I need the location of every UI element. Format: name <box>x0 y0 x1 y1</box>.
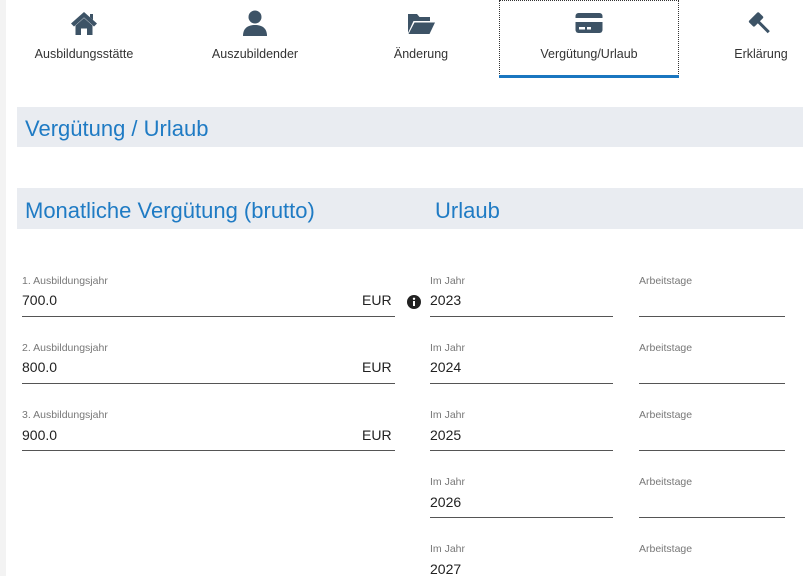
input-underline <box>639 383 785 384</box>
year-input-1[interactable]: 2023 <box>430 292 461 308</box>
currency-unit: EUR <box>362 292 392 308</box>
verguetung-title: Monatliche Vergütung (brutto) <box>25 198 315 223</box>
verguetung-input-3[interactable]: 900.0 <box>22 427 57 443</box>
year-label: Im Jahr <box>430 409 466 421</box>
year-label: Im Jahr <box>430 275 466 287</box>
tab-verguetung-urlaub[interactable]: Vergütung/Urlaub <box>499 0 679 78</box>
home-icon <box>69 8 99 38</box>
currency-unit: EUR <box>362 359 392 375</box>
field-label: 1. Ausbildungsjahr <box>22 275 108 287</box>
input-underline <box>22 316 395 317</box>
tab-label: Änderung <box>393 47 449 61</box>
tab-erklaerung[interactable]: Erklärung <box>718 0 803 78</box>
tab-label: Vergütung/Urlaub <box>540 47 638 61</box>
days-label: Arbeitstage <box>639 409 693 421</box>
input-underline <box>639 517 785 518</box>
folder-open-icon <box>406 8 436 38</box>
tab-label: Ausbildungsstätte <box>34 47 134 61</box>
input-underline <box>430 517 613 518</box>
input-underline <box>639 316 785 317</box>
verguetung-input-1[interactable]: 700.0 <box>22 292 57 308</box>
days-label: Arbeitstage <box>639 543 693 555</box>
year-input-4[interactable]: 2026 <box>430 494 461 510</box>
user-icon <box>240 8 270 38</box>
input-underline <box>430 450 613 451</box>
tab-ausbildungsstaette[interactable]: Ausbildungsstätte <box>6 0 162 78</box>
form-page: Ausbildungsstätte Auszubildender Änderun… <box>6 0 803 576</box>
year-label: Im Jahr <box>430 342 466 354</box>
year-input-2[interactable]: 2024 <box>430 359 461 375</box>
active-tab-indicator <box>499 75 679 78</box>
column-header-bar: Monatliche Vergütung (brutto) Urlaub <box>17 188 803 229</box>
verguetung-input-2[interactable]: 800.0 <box>22 359 57 375</box>
days-label: Arbeitstage <box>639 476 693 488</box>
input-underline <box>22 450 395 451</box>
tab-bar: Ausbildungsstätte Auszubildender Änderun… <box>6 0 803 78</box>
input-underline <box>430 316 613 317</box>
section-title: Vergütung / Urlaub <box>25 116 209 141</box>
tab-auszubildender[interactable]: Auszubildender <box>187 0 323 78</box>
input-underline <box>639 450 785 451</box>
field-label: 2. Ausbildungsjahr <box>22 342 108 354</box>
urlaub-title: Urlaub <box>435 198 500 223</box>
input-underline <box>430 383 613 384</box>
tab-aenderung[interactable]: Änderung <box>361 0 481 78</box>
year-label: Im Jahr <box>430 476 466 488</box>
input-underline <box>22 383 395 384</box>
info-icon[interactable] <box>407 295 421 309</box>
days-label: Arbeitstage <box>639 275 693 287</box>
gavel-icon <box>746 8 776 38</box>
year-label: Im Jahr <box>430 543 466 555</box>
currency-unit: EUR <box>362 427 392 443</box>
year-input-5[interactable]: 2027 <box>430 561 461 576</box>
tab-label: Auszubildender <box>211 47 299 61</box>
days-label: Arbeitstage <box>639 342 693 354</box>
tab-label: Erklärung <box>734 47 788 61</box>
credit-card-icon <box>574 8 604 38</box>
section-header: Vergütung / Urlaub <box>17 107 803 147</box>
year-input-3[interactable]: 2025 <box>430 427 461 443</box>
field-label: 3. Ausbildungsjahr <box>22 409 108 421</box>
